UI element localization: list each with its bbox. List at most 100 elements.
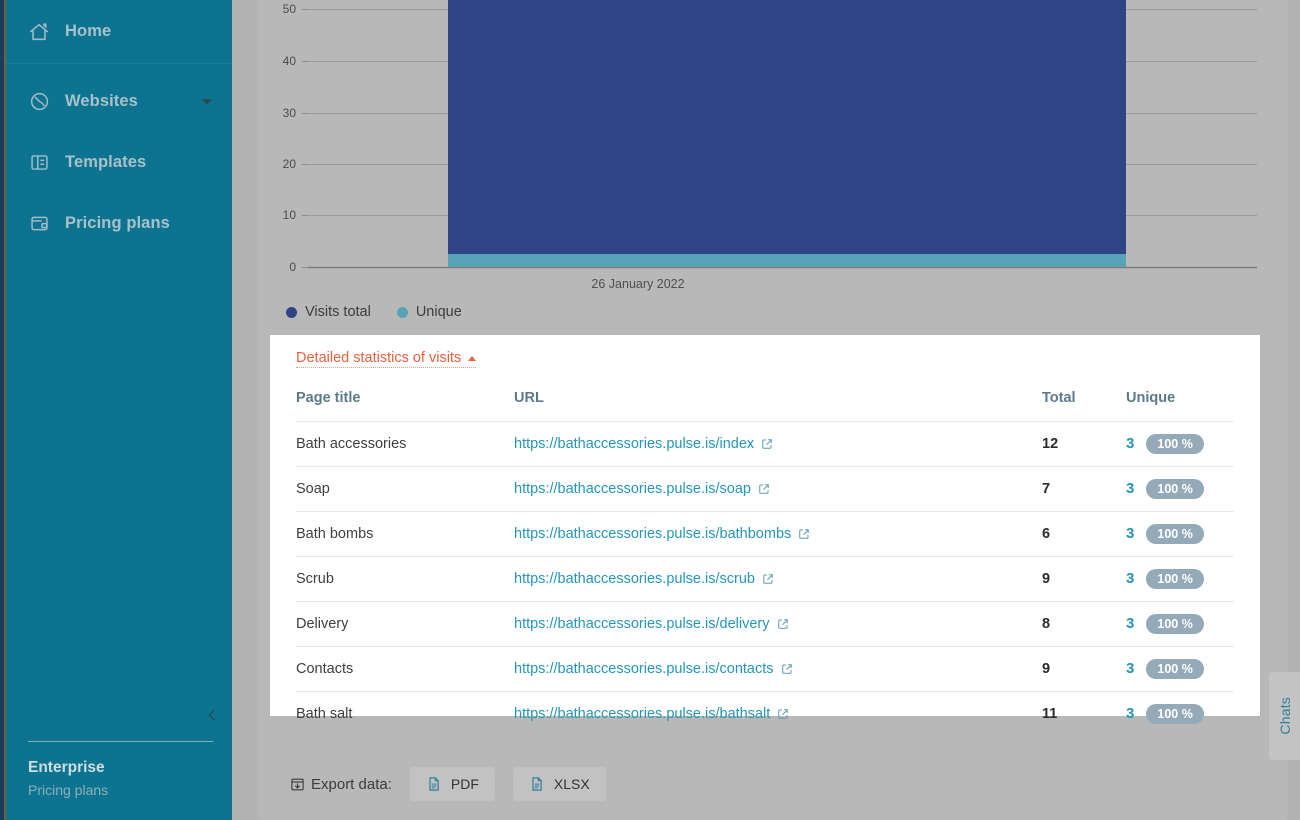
y-tick-label: 20: [283, 157, 297, 171]
page-url-link[interactable]: https://bathaccessories.pulse.is/index: [514, 436, 773, 452]
document-icon: [529, 776, 545, 792]
sidebar-item-home[interactable]: Home: [6, 0, 232, 64]
unique-count: 3: [1126, 570, 1134, 587]
sidebar-gap-2: [6, 127, 232, 137]
cell-total: 11: [1042, 692, 1126, 737]
page-url-link[interactable]: https://bathaccessories.pulse.is/soap: [514, 481, 770, 497]
legend-item-unique[interactable]: Unique: [397, 304, 462, 320]
cell-unique: 3 100 %: [1126, 557, 1234, 602]
detailed-statistics-toggle[interactable]: Detailed statistics of visits: [296, 350, 476, 368]
export-xlsx-button[interactable]: XLSX: [513, 767, 606, 801]
external-link-icon: [762, 573, 774, 585]
visits-chart: 50 40 30 20 10 0 26 January 2022 Visits …: [232, 0, 1300, 330]
sidebar-item-label: Home: [65, 22, 111, 41]
cell-url: https://bathaccessories.pulse.is/contact…: [514, 647, 1042, 692]
sidebar-item-templates[interactable]: Templates: [6, 137, 232, 188]
sidebar-item-label: Websites: [65, 92, 138, 111]
cell-page-title: Bath accessories: [296, 422, 514, 467]
sidebar-gap-3: [6, 188, 232, 198]
home-icon: [28, 21, 50, 43]
cell-total: 9: [1042, 557, 1126, 602]
export-xlsx-label: XLSX: [554, 776, 590, 792]
export-pdf-label: PDF: [451, 776, 479, 792]
cell-url: https://bathaccessories.pulse.is/bathsal…: [514, 692, 1042, 737]
sidebar-gap-1: [6, 64, 232, 76]
legend-item-visits-total[interactable]: Visits total: [286, 304, 371, 320]
cell-unique: 3 100 %: [1126, 692, 1234, 737]
cell-page-title: Soap: [296, 467, 514, 512]
page-url-link[interactable]: https://bathaccessories.pulse.is/scrub: [514, 571, 774, 587]
external-link-icon: [777, 708, 789, 720]
table-row: Bath bombs https://bathaccessories.pulse…: [296, 512, 1234, 557]
cell-unique: 3 100 %: [1126, 467, 1234, 512]
current-plan-label: Enterprise: [28, 757, 108, 779]
unique-percent-badge: 100 %: [1146, 614, 1203, 634]
sidebar-footer: Enterprise Pricing plans: [28, 757, 108, 801]
cell-unique: 3 100 %: [1126, 602, 1234, 647]
export-pdf-button[interactable]: PDF: [410, 767, 495, 801]
cell-page-title: Bath bombs: [296, 512, 514, 557]
table-row: Soap https://bathaccessories.pulse.is/so…: [296, 467, 1234, 512]
page-url-text: https://bathaccessories.pulse.is/contact…: [514, 661, 774, 677]
download-box-icon: [290, 777, 305, 792]
legend-label: Visits total: [305, 304, 371, 320]
card-body: Detailed statistics of visits Page title…: [270, 335, 1260, 736]
page-url-link[interactable]: https://bathaccessories.pulse.is/contact…: [514, 661, 793, 677]
sidebar: Home Websites: [6, 0, 232, 820]
table-body: Bath accessories https://bathaccessories…: [296, 422, 1234, 737]
table-row: Delivery https://bathaccessories.pulse.i…: [296, 602, 1234, 647]
chart-legend: Visits total Unique: [286, 304, 462, 320]
unique-count: 3: [1126, 660, 1134, 677]
unique-percent-badge: 100 %: [1146, 479, 1203, 499]
detailed-statistics-card: Detailed statistics of visits Page title…: [270, 335, 1260, 716]
pricing-plans-link[interactable]: Pricing plans: [28, 779, 108, 801]
chevron-down-icon[interactable]: [202, 99, 212, 105]
bar-unique[interactable]: [448, 254, 1126, 267]
chart-y-ticks: [302, 10, 308, 268]
column-header-unique[interactable]: Unique: [1126, 390, 1234, 422]
bar-visits-total[interactable]: [448, 0, 1126, 254]
page-url-link[interactable]: https://bathaccessories.pulse.is/bathbom…: [514, 526, 810, 542]
cell-url: https://bathaccessories.pulse.is/index: [514, 422, 1042, 467]
globe-icon: [28, 91, 50, 113]
cell-unique: 3 100 %: [1126, 647, 1234, 692]
export-data-label-text: Export data:: [311, 776, 392, 793]
column-header-page-title[interactable]: Page title: [296, 390, 514, 422]
external-link-icon: [798, 528, 810, 540]
chart-y-tick-labels: 50 40 30 20 10 0: [283, 2, 297, 274]
table-row: Bath accessories https://bathaccessories…: [296, 422, 1234, 467]
unique-count: 3: [1126, 435, 1134, 452]
table-head: Page title URL Total Unique: [296, 390, 1234, 422]
unique-count: 3: [1126, 615, 1134, 632]
page-url-link[interactable]: https://bathaccessories.pulse.is/deliver…: [514, 616, 789, 632]
y-tick-label: 50: [283, 2, 297, 16]
sidebar-nav: Home Websites: [6, 0, 232, 249]
cell-unique: 3 100 %: [1126, 512, 1234, 557]
cell-unique: 3 100 %: [1126, 422, 1234, 467]
sidebar-collapse-button[interactable]: [201, 706, 223, 728]
app-root: Home Websites: [0, 0, 1300, 820]
page-url-text: https://bathaccessories.pulse.is/bathsal…: [514, 706, 770, 722]
column-header-url[interactable]: URL: [514, 390, 1042, 422]
chart-category-label: 26 January 2022: [591, 277, 684, 291]
sidebar-item-pricing-plans[interactable]: Pricing plans: [6, 198, 232, 249]
cell-total: 6: [1042, 512, 1126, 557]
chats-tab-label: Chats: [1277, 697, 1293, 735]
external-link-icon: [777, 618, 789, 630]
chats-tab[interactable]: Chats: [1269, 672, 1300, 760]
legend-swatch-icon: [286, 307, 297, 318]
detailed-statistics-toggle-label: Detailed statistics of visits: [296, 350, 461, 366]
sidebar-divider: [28, 741, 213, 742]
y-tick-label: 40: [283, 54, 297, 68]
chevron-left-icon: [204, 707, 220, 728]
page-url-text: https://bathaccessories.pulse.is/soap: [514, 481, 751, 497]
table-header-row: Page title URL Total Unique: [296, 390, 1234, 422]
cell-url: https://bathaccessories.pulse.is/deliver…: [514, 602, 1042, 647]
template-icon: [28, 152, 50, 174]
page-url-link[interactable]: https://bathaccessories.pulse.is/bathsal…: [514, 706, 789, 722]
sidebar-item-label: Pricing plans: [65, 214, 170, 233]
page-url-text: https://bathaccessories.pulse.is/index: [514, 436, 754, 452]
sidebar-item-websites[interactable]: Websites: [6, 76, 232, 127]
y-tick-label: 30: [283, 106, 297, 120]
column-header-total[interactable]: Total: [1042, 390, 1126, 422]
